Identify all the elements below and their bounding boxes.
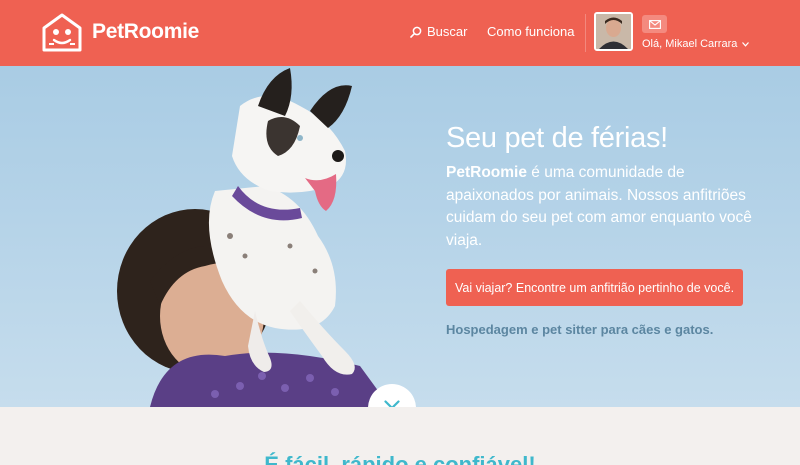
nav-how-it-works-link[interactable]: Como funciona: [487, 24, 574, 39]
user-greeting: Olá, Mikael Carrara: [642, 38, 738, 50]
hero-banner: Seu pet de férias! PetRoomie é uma comun…: [0, 66, 800, 407]
user-menu[interactable]: Olá, Mikael Carrara: [642, 38, 750, 50]
nav-search-link[interactable]: Buscar: [410, 24, 467, 39]
brand-name: PetRoomie: [92, 20, 199, 43]
hero-photo: [117, 68, 390, 407]
mail-icon: [648, 19, 661, 29]
messages-button[interactable]: [642, 15, 667, 33]
search-icon: [410, 26, 422, 38]
hero-description: PetRoomie é uma comunidade de apaixonado…: [446, 162, 766, 252]
logo-icon: [42, 13, 82, 52]
hero-description-brand: PetRoomie: [446, 164, 527, 181]
avatar[interactable]: [594, 12, 633, 51]
find-host-button[interactable]: Vai viajar? Encontre um anfitrião pertin…: [446, 269, 743, 306]
brand-link[interactable]: PetRoomie: [40, 10, 199, 54]
chevron-down-icon: [384, 400, 400, 407]
nav-search-label: Buscar: [427, 24, 468, 39]
section-title: É fácil, rápido e confiável!: [264, 452, 536, 465]
top-navbar: PetRoomie Buscar Como funciona Olá, Mika…: [0, 0, 800, 66]
hero-tagline: Hospedagem e pet sitter para cães e gato…: [446, 322, 714, 337]
user-photo: [596, 14, 631, 49]
nav-divider: [585, 14, 586, 52]
hero-title: Seu pet de férias!: [446, 122, 668, 154]
chevron-down-icon: [742, 41, 750, 47]
